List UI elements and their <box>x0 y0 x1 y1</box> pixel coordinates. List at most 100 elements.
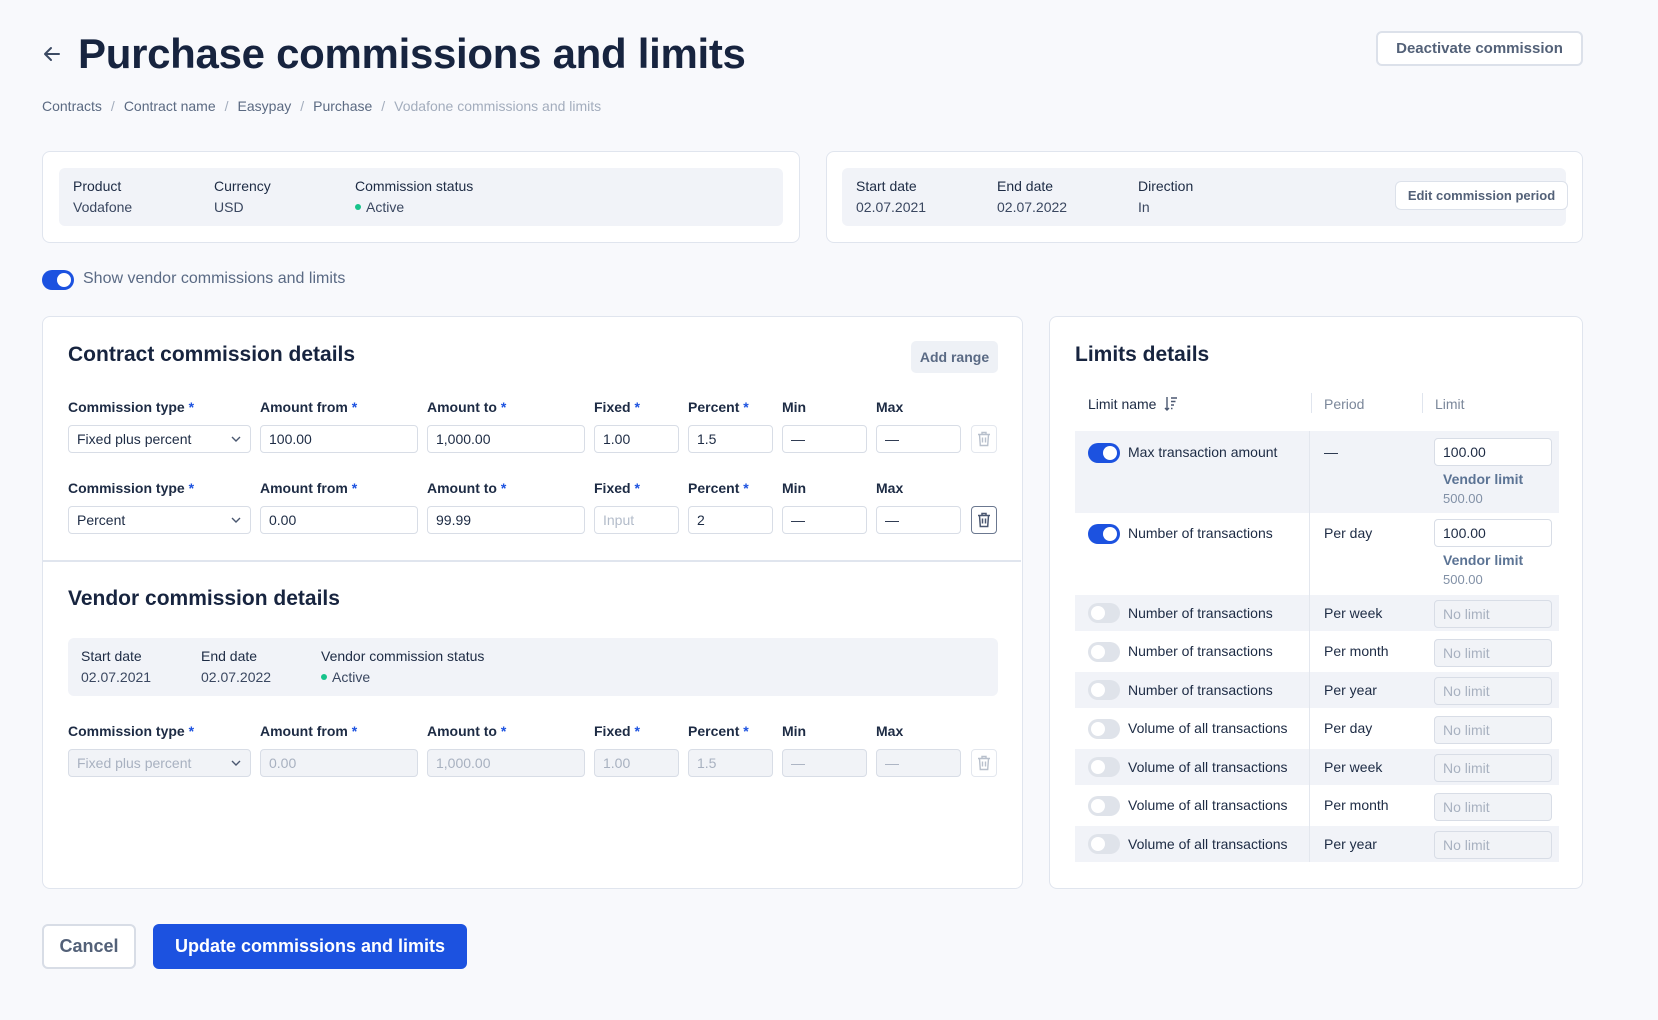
limit-toggle[interactable] <box>1088 443 1120 463</box>
show-vendor-label: Show vendor commissions and limits <box>83 270 346 287</box>
vendor-start-label: Start date <box>81 648 142 664</box>
vendor-min-input: — <box>782 749 867 777</box>
max-label: Max <box>876 723 904 739</box>
limit-name: Max transaction amount <box>1128 444 1278 460</box>
start-date-label: Start date <box>856 178 917 194</box>
deactivate-commission-button[interactable]: Deactivate commission <box>1376 31 1583 66</box>
amount-from-input[interactable]: 100.00 <box>260 425 418 453</box>
vendor-amount-from-input: 0.00 <box>260 749 418 777</box>
cancel-button[interactable]: Cancel <box>42 924 136 969</box>
breadcrumb: Contracts / Contract name / Easypay / Purch… <box>42 98 602 114</box>
update-commissions-button[interactable]: Update commissions and limits <box>153 924 467 969</box>
limit-period: Per day <box>1324 525 1373 541</box>
limit-toggle[interactable] <box>1088 680 1120 700</box>
delete-range-button[interactable] <box>971 425 997 453</box>
delete-range-button[interactable] <box>971 506 997 534</box>
add-range-button[interactable]: Add range <box>911 341 998 373</box>
amount-from-label: Amount from * <box>260 723 358 739</box>
limit-input[interactable]: No limit <box>1434 793 1552 821</box>
product-label: Product <box>73 178 122 194</box>
commission-type-select[interactable]: Percent <box>68 506 251 534</box>
vendor-fixed-input: 1.00 <box>594 749 679 777</box>
breadcrumb-item-contract-name[interactable]: Contract name <box>124 98 216 114</box>
amount-from-input[interactable]: 0.00 <box>260 506 418 534</box>
end-date-label: End date <box>997 178 1054 194</box>
limit-input[interactable]: No limit <box>1434 716 1552 744</box>
limit-toggle[interactable] <box>1088 524 1120 544</box>
amount-to-input[interactable]: 1,000.00 <box>427 425 585 453</box>
trash-icon <box>978 755 990 771</box>
show-vendor-toggle[interactable] <box>42 270 74 290</box>
commission-status-value: Active <box>355 199 404 215</box>
min-input[interactable]: — <box>782 425 867 453</box>
fixed-input[interactable]: 1.00 <box>594 425 679 453</box>
status-dot-icon <box>321 674 327 680</box>
breadcrumb-item-contracts[interactable]: Contracts <box>42 98 102 114</box>
fixed-input[interactable]: Input <box>594 506 679 534</box>
amount-to-label: Amount to * <box>427 399 507 415</box>
back-arrow-icon[interactable] <box>40 42 64 66</box>
breadcrumb-item-purchase[interactable]: Purchase <box>313 98 372 114</box>
limit-input[interactable]: No limit <box>1434 600 1552 628</box>
section-divider <box>43 560 1021 562</box>
vendor-delete-button <box>971 749 997 777</box>
percent-label: Percent * <box>688 723 749 739</box>
vendor-end-label: End date <box>201 648 258 664</box>
direction-label: Direction <box>1138 178 1194 194</box>
limit-input[interactable]: 100.00 <box>1434 438 1552 466</box>
limit-period: Per year <box>1324 836 1377 852</box>
min-input[interactable]: — <box>782 506 867 534</box>
sort-icon[interactable] <box>1164 396 1178 412</box>
limit-input[interactable]: No limit <box>1434 754 1552 782</box>
percent-input[interactable]: 1.5 <box>688 425 773 453</box>
limit-toggle[interactable] <box>1088 603 1120 623</box>
start-date-value: 02.07.2021 <box>856 199 927 215</box>
limit-name: Volume of all transactions <box>1128 836 1288 852</box>
max-input[interactable]: — <box>876 425 961 453</box>
limit-toggle[interactable] <box>1088 834 1120 854</box>
trash-icon <box>978 512 990 528</box>
limit-name: Number of transactions <box>1128 682 1273 698</box>
currency-value: USD <box>214 199 244 215</box>
vendor-limit-value: 500.00 <box>1443 491 1483 506</box>
limit-input[interactable]: No limit <box>1434 639 1552 667</box>
limit-toggle[interactable] <box>1088 757 1120 777</box>
limit-period: Per week <box>1324 605 1383 621</box>
commission-summary-card: Product Vodafone Currency USD Commission… <box>42 151 800 243</box>
max-input[interactable]: — <box>876 506 961 534</box>
breadcrumb-item-easypay[interactable]: Easypay <box>238 98 292 114</box>
commission-period-card: Start date 02.07.2021 End date 02.07.202… <box>826 151 1583 243</box>
column-divider <box>1309 431 1310 862</box>
amount-from-label: Amount from * <box>260 399 358 415</box>
commission-type-label: Commission type * <box>68 723 195 739</box>
limit-name: Volume of all transactions <box>1128 797 1288 813</box>
limit-input[interactable]: No limit <box>1434 677 1552 705</box>
limit-toggle[interactable] <box>1088 796 1120 816</box>
amount-to-input[interactable]: 99.99 <box>427 506 585 534</box>
limit-toggle[interactable] <box>1088 719 1120 739</box>
vendor-start-value: 02.07.2021 <box>81 669 152 685</box>
limit-input[interactable]: No limit <box>1434 831 1552 859</box>
vendor-limit-value: 500.00 <box>1443 572 1483 587</box>
limit-period: Per month <box>1324 797 1389 813</box>
trash-icon <box>978 431 990 447</box>
amount-to-label: Amount to * <box>427 723 507 739</box>
limit-toggle[interactable] <box>1088 642 1120 662</box>
limit-input[interactable]: 100.00 <box>1434 519 1552 547</box>
commission-details-card: Contract commission details Add range Co… <box>42 316 1023 889</box>
chevron-down-icon <box>231 760 241 766</box>
min-label: Min <box>782 723 807 739</box>
fixed-label: Fixed * <box>594 723 640 739</box>
percent-input[interactable]: 2 <box>688 506 773 534</box>
edit-commission-period-button[interactable]: Edit commission period <box>1395 181 1568 210</box>
vendor-info-panel: Start date 02.07.2021 End date 02.07.202… <box>68 638 998 696</box>
fixed-label: Fixed * <box>594 399 640 415</box>
chevron-down-icon <box>231 517 241 523</box>
limit-name-header[interactable]: Limit name <box>1088 396 1178 412</box>
min-label: Min <box>782 399 807 415</box>
breadcrumb-current: Vodafone commissions and limits <box>394 98 602 114</box>
commission-type-label: Commission type * <box>68 480 195 496</box>
status-dot-icon <box>355 204 361 210</box>
commission-type-select[interactable]: Fixed plus percent <box>68 425 251 453</box>
product-value: Vodafone <box>73 199 133 215</box>
